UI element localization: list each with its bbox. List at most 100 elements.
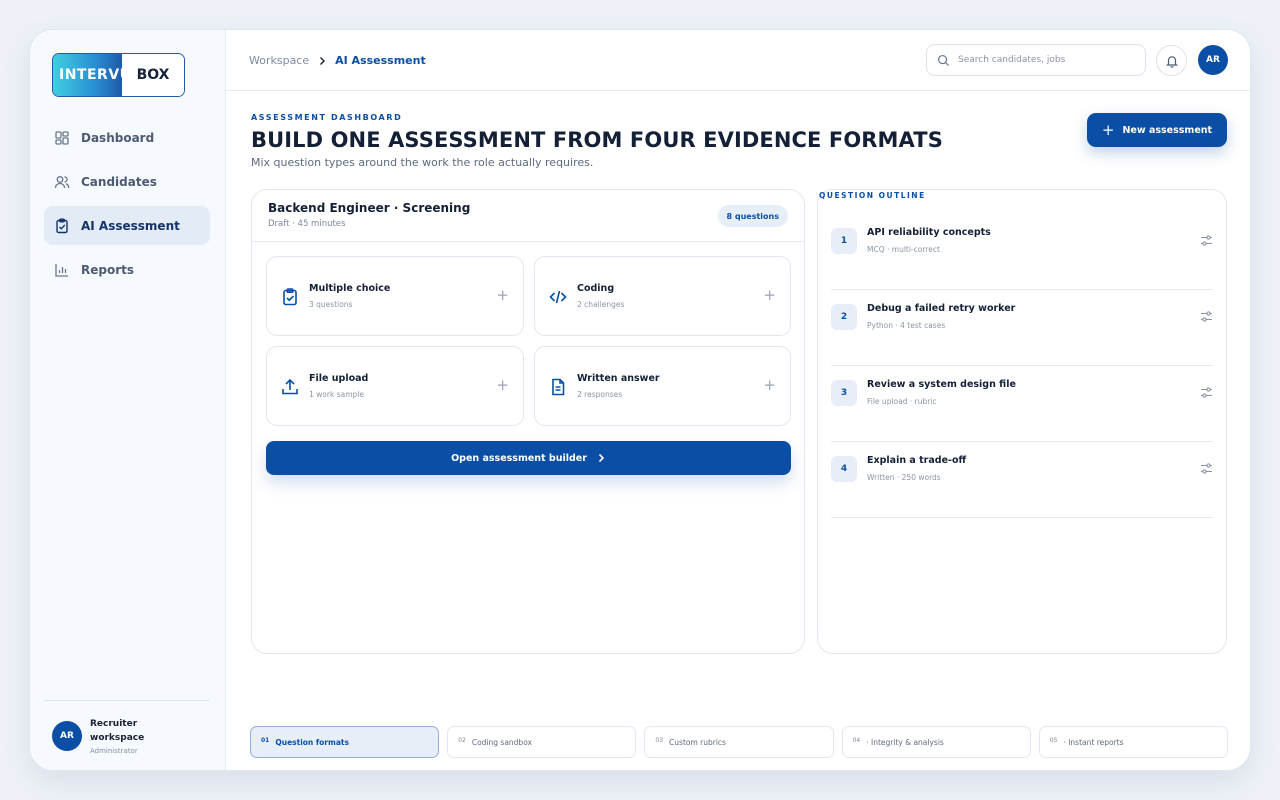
search-input[interactable] (958, 55, 1133, 65)
open-builder-button[interactable]: Open assessment builder (266, 441, 791, 475)
workspace-user[interactable]: AR Recruiter workspace Administrator (44, 700, 210, 770)
sidebar-item-label: Candidates (81, 174, 157, 189)
logo-text-right: BOX (122, 54, 184, 96)
clipboard-check-icon (56, 218, 68, 233)
question-outline-panel: QUESTION OUTLINE 1 API reliability conce… (817, 189, 1227, 654)
upload-icon (282, 378, 298, 395)
format-count: 3 questions (309, 300, 353, 309)
format-name: Written answer (577, 373, 660, 384)
plus-icon: + (1101, 120, 1115, 139)
sidebar-nav: Dashboard Candidates AI Assessment Repor… (44, 118, 210, 294)
page-eyebrow: ASSESSMENT DASHBOARD (251, 113, 403, 122)
add-icon[interactable]: + (763, 378, 776, 393)
format-count: 2 challenges (577, 300, 625, 309)
notifications-button[interactable] (1156, 45, 1187, 76)
question-meta: Written · 250 words (867, 473, 941, 482)
format-grid: Multiple choice 3 questions + Coding 2 c… (266, 256, 791, 426)
user-info: Recruiter workspace Administrator (90, 717, 160, 755)
user-role: Administrator (90, 746, 138, 755)
open-builder-label: Open assessment builder (451, 452, 587, 464)
question-number: 1 (831, 228, 857, 254)
outline-item[interactable]: 4 Explain a trade-off Written · 250 word… (831, 442, 1213, 518)
outline-list: 1 API reliability concepts MCQ · multi-c… (831, 214, 1213, 518)
settings-sliders-icon[interactable] (1200, 462, 1213, 475)
add-icon[interactable]: + (496, 378, 509, 393)
question-title: Review a system design file (867, 379, 1016, 390)
users-icon (54, 175, 70, 188)
tab-label: · Instant reports (1063, 737, 1124, 747)
tab-number: 05 (1049, 736, 1058, 744)
document-icon (552, 378, 565, 396)
feature-tabs: 01 Question formats 02 Coding sandbox 03… (250, 726, 1229, 758)
tab-number: 02 (458, 736, 466, 744)
user-avatar-button[interactable]: AR (1198, 45, 1228, 75)
grid-icon (55, 130, 69, 145)
new-assessment-label: New assessment (1122, 124, 1213, 136)
format-name: Coding (577, 283, 615, 294)
search-icon (937, 54, 950, 66)
sidebar-item-label: Reports (81, 262, 135, 277)
tab-label: Custom rubrics (669, 737, 726, 747)
app-window: INTERVUE BOX Dashboard Candidates AI Ass… (29, 29, 1251, 771)
breadcrumb-workspace[interactable]: Workspace (249, 54, 309, 67)
question-count-badge: 8 questions (717, 205, 788, 227)
question-number: 3 (831, 380, 857, 406)
question-number: 4 (831, 456, 857, 482)
sidebar-item-candidates[interactable]: Candidates (44, 162, 210, 201)
question-title: API reliability concepts (867, 227, 991, 238)
settings-sliders-icon[interactable] (1200, 386, 1213, 399)
tab-custom-rubrics[interactable]: 03 Custom rubrics (644, 726, 834, 758)
sidebar: INTERVUE BOX Dashboard Candidates AI Ass… (30, 30, 226, 770)
format-name: File upload (309, 373, 369, 384)
format-count: 1 work sample (309, 390, 364, 399)
clipboard-check-icon (283, 288, 297, 306)
format-card-multiple-choice[interactable]: Multiple choice 3 questions + (266, 256, 524, 336)
brand-logo[interactable]: INTERVUE BOX (52, 53, 185, 97)
tab-label: Question formats (275, 737, 349, 747)
tab-integrity-analysis[interactable]: 04 · Integrity & analysis (841, 726, 1031, 758)
sidebar-item-reports[interactable]: Reports (44, 250, 210, 289)
question-title: Debug a failed retry worker (867, 303, 1016, 314)
new-assessment-button[interactable]: + New assessment (1087, 113, 1227, 147)
tab-label: · Integrity & analysis (866, 737, 944, 747)
assessment-panel: Backend Engineer · Screening Draft · 45 … (251, 189, 805, 654)
settings-sliders-icon[interactable] (1200, 234, 1213, 247)
user-name: Recruiter workspace (90, 718, 145, 743)
breadcrumb: Workspace AI Assessment (249, 30, 426, 91)
logo-text-left: INTERVUE (53, 54, 141, 96)
chevron-right-icon (598, 453, 605, 463)
format-card-coding[interactable]: Coding 2 challenges + (534, 256, 791, 336)
chevron-right-icon (320, 56, 326, 65)
tab-coding-sandbox[interactable]: 02 Coding sandbox (447, 726, 637, 758)
assessment-title: Backend Engineer · Screening (268, 201, 471, 215)
outline-label: QUESTION OUTLINE (819, 191, 926, 200)
breadcrumb-current: AI Assessment (335, 54, 426, 67)
sidebar-item-label: Dashboard (81, 130, 155, 145)
tab-question-formats[interactable]: 01 Question formats (250, 726, 440, 758)
tab-number: 01 (261, 736, 270, 744)
search-box[interactable] (926, 44, 1146, 76)
outline-item[interactable]: 3 Review a system design file File uploa… (831, 366, 1213, 442)
add-icon[interactable]: + (496, 288, 509, 303)
add-icon[interactable]: + (763, 288, 776, 303)
question-meta: MCQ · multi-correct (867, 245, 940, 254)
page-subtitle: Mix question types around the work the r… (251, 156, 594, 169)
sidebar-item-dashboard[interactable]: Dashboard (44, 118, 210, 157)
tab-label: Coding sandbox (471, 737, 532, 747)
format-card-written-answer[interactable]: Written answer 2 responses + (534, 346, 791, 426)
code-icon (549, 290, 567, 304)
question-title: Explain a trade-off (867, 455, 967, 466)
assessment-header: Backend Engineer · Screening Draft · 45 … (252, 190, 804, 242)
tab-instant-reports[interactable]: 05 · Instant reports (1038, 726, 1229, 758)
outline-item[interactable]: 1 API reliability concepts MCQ · multi-c… (831, 214, 1213, 290)
outline-item[interactable]: 2 Debug a failed retry worker Python · 4… (831, 290, 1213, 366)
sidebar-item-ai-assessment[interactable]: AI Assessment (44, 206, 210, 245)
topbar: Workspace AI Assessment AR (226, 30, 1250, 91)
bell-icon (1165, 55, 1178, 68)
format-card-file-upload[interactable]: File upload 1 work sample + (266, 346, 524, 426)
question-number: 2 (831, 304, 857, 330)
tab-number: 04 (852, 736, 861, 744)
tab-number: 03 (655, 736, 664, 744)
question-meta: File upload · rubric (867, 397, 937, 406)
settings-sliders-icon[interactable] (1200, 310, 1213, 323)
